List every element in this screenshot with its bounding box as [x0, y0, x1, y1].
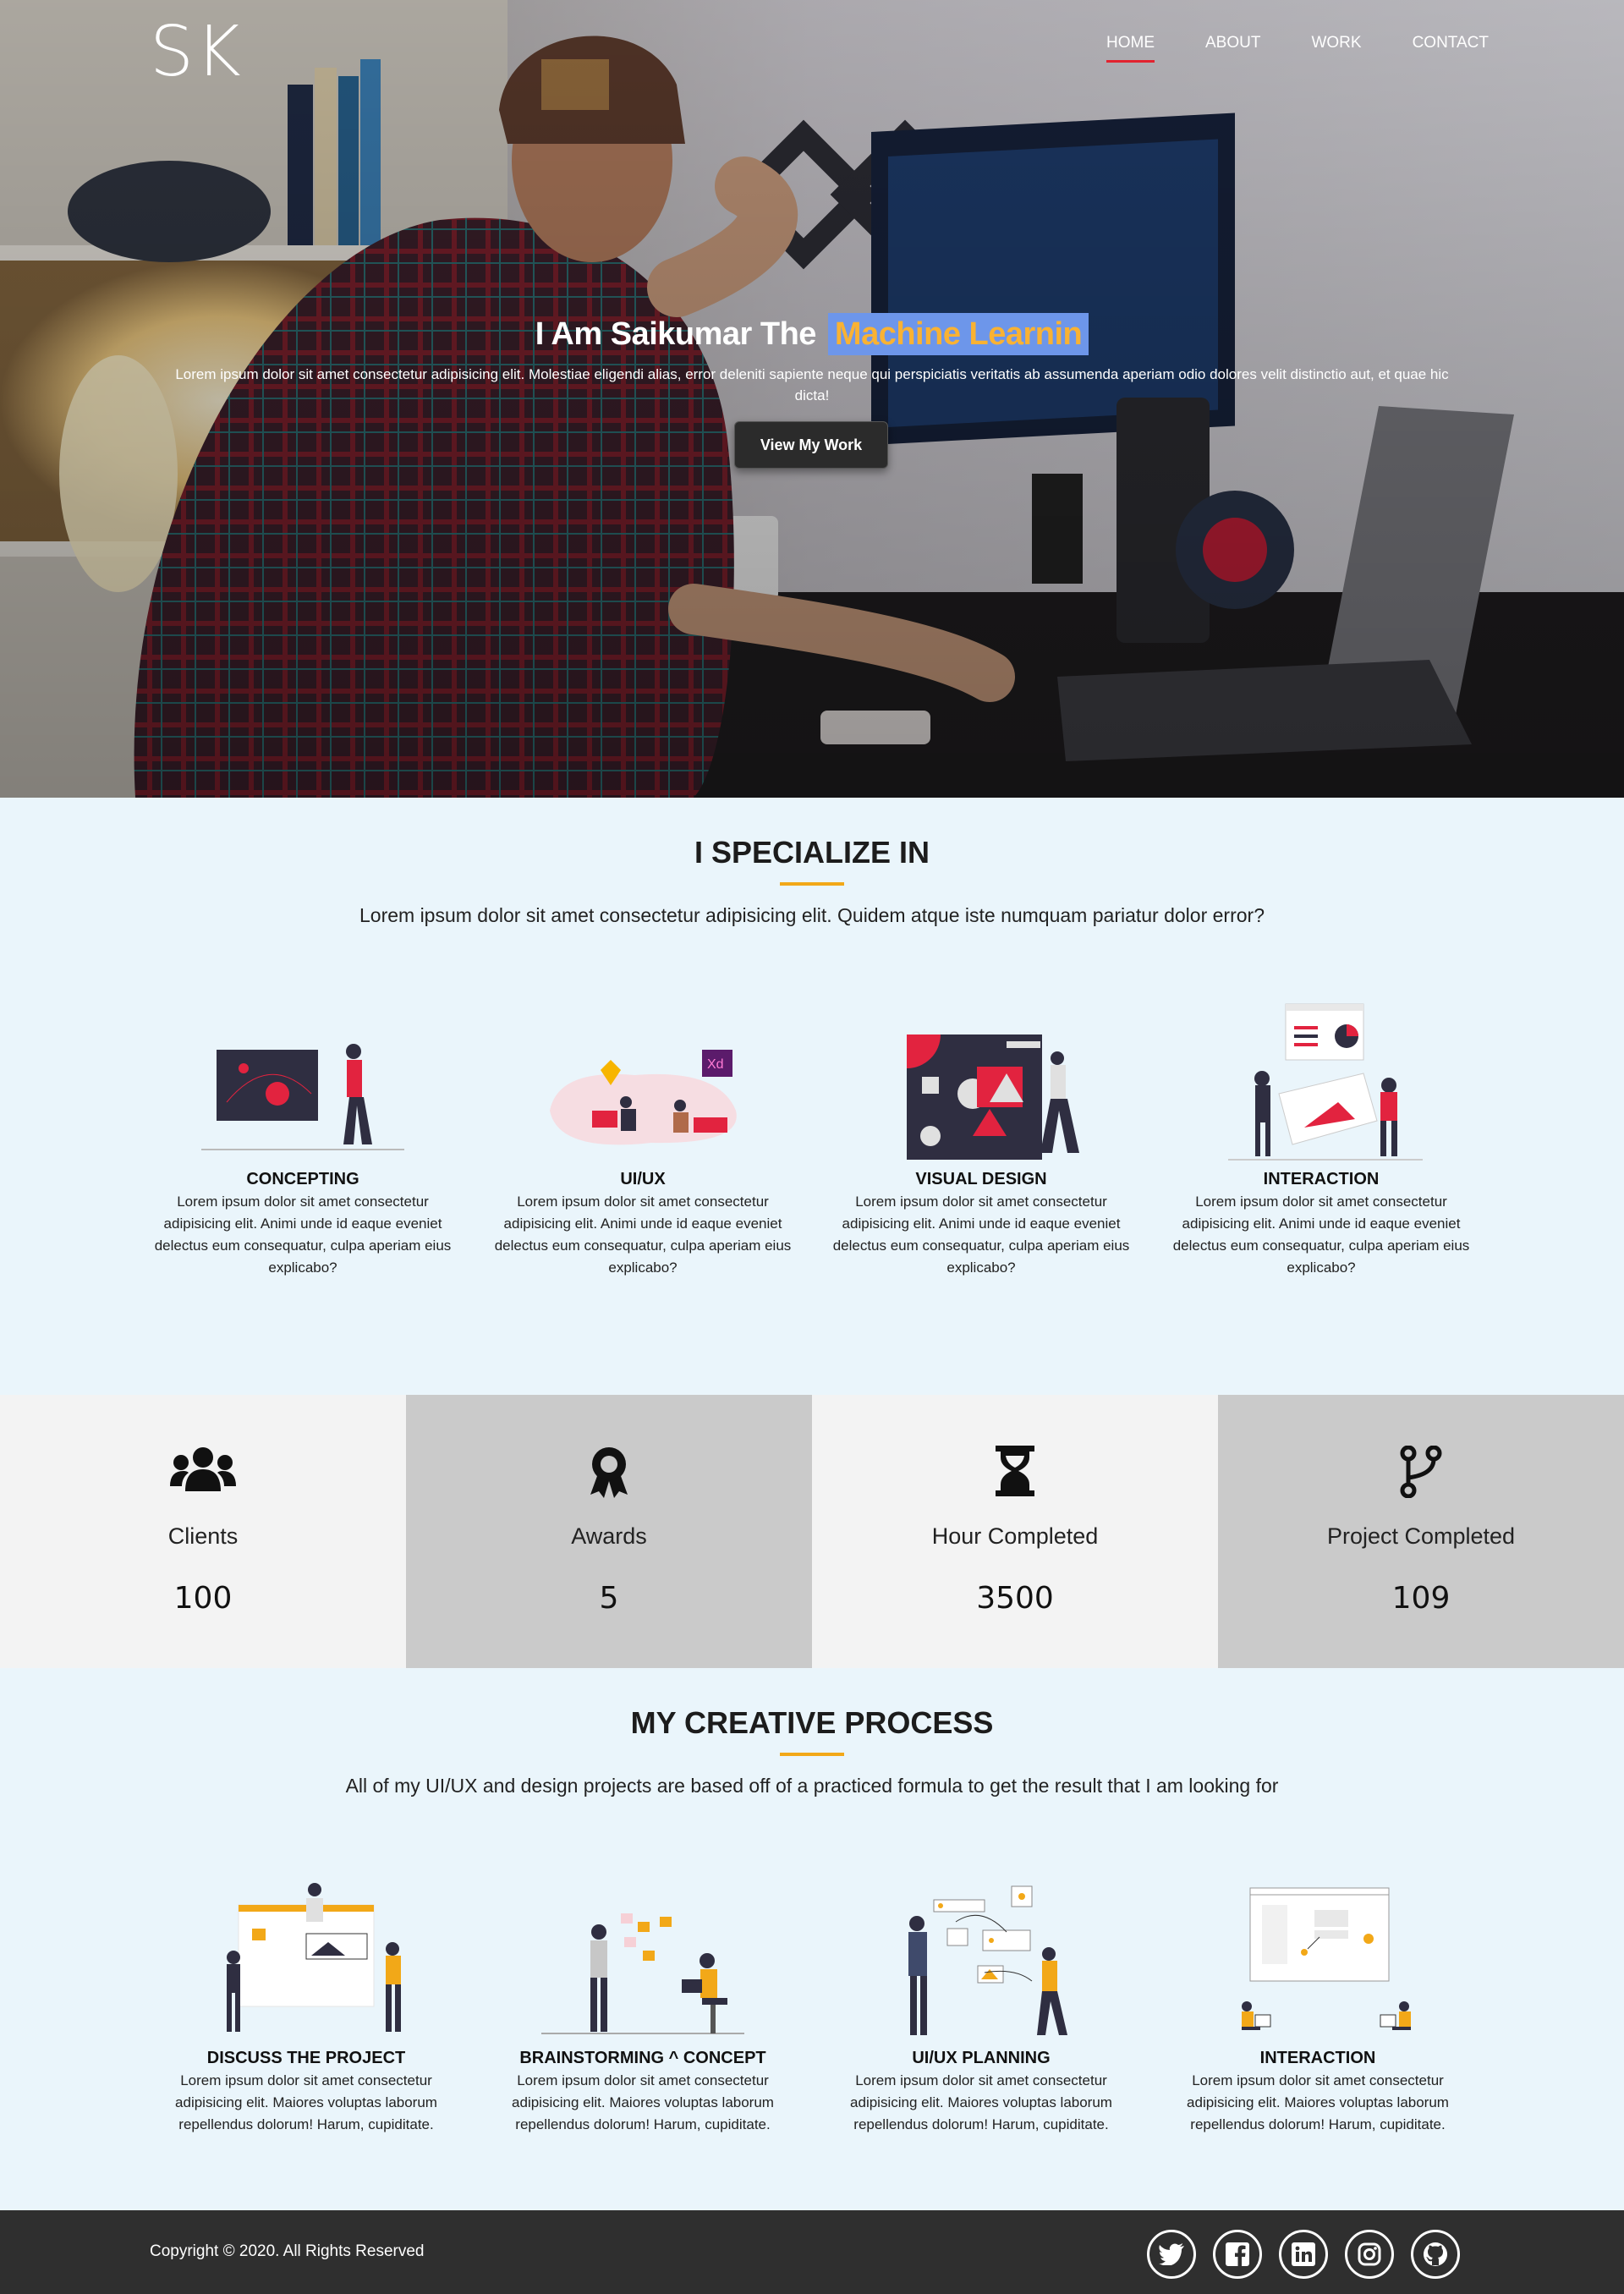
title-underline [780, 1753, 844, 1756]
stat-label: Project Completed [1326, 1523, 1516, 1549]
process-card-uiux-planning: UI/UX PLANNING Lorem ipsum dolor sit ame… [829, 1871, 1133, 2136]
process-card-discuss: DISCUSS THE PROJECT Lorem ipsum dolor si… [154, 1871, 458, 2136]
discuss-illustration [154, 1871, 458, 2049]
footer: Copyright © 2020. All Rights Reserved [0, 2210, 1624, 2294]
instagram-icon[interactable] [1345, 2230, 1394, 2279]
card-text: Lorem ipsum dolor sit amet consectetur a… [494, 1194, 792, 1276]
card-text: Lorem ipsum dolor sit amet consectetur a… [1187, 2072, 1449, 2132]
card-title: UI/UX PLANNING [912, 2049, 1051, 2067]
card-title: INTERACTION [1263, 1170, 1380, 1188]
visual-design-illustration [829, 1001, 1133, 1170]
card-text: Lorem ipsum dolor sit amet consectetur a… [154, 1194, 452, 1276]
card-text: Lorem ipsum dolor sit amet consectetur a… [832, 1194, 1130, 1276]
award-icon [406, 1446, 812, 1498]
interaction-process-illustration [1166, 1871, 1470, 2049]
stats-section: Clients 100 Awards 5 Hour Completed 3500 [0, 1395, 1624, 1668]
card-text: Lorem ipsum dolor sit amet consectetur a… [512, 2072, 774, 2132]
linkedin-icon[interactable] [1279, 2230, 1328, 2279]
nav-work[interactable]: WORK [1311, 34, 1361, 63]
twitter-icon[interactable] [1147, 2230, 1196, 2279]
stat-clients: Clients 100 [0, 1395, 406, 1668]
specialize-subtitle: Lorem ipsum dolor sit amet consectetur a… [359, 904, 1265, 926]
process-title: MY CREATIVE PROCESS [630, 1705, 994, 1740]
hero-title-highlight: Machine Learnin [827, 313, 1089, 355]
facebook-icon[interactable] [1213, 2230, 1262, 2279]
stat-awards: Awards 5 [406, 1395, 812, 1668]
nav-about[interactable]: ABOUT [1205, 34, 1260, 63]
main-nav: HOME ABOUT WORK CONTACT [1106, 34, 1489, 63]
brainstorming-illustration [491, 1871, 795, 2049]
card-title: UI/UX [620, 1170, 666, 1188]
planning-illustration [829, 1871, 1133, 2049]
card-title: BRAINSTORMING ^ CONCEPT [519, 2049, 766, 2067]
stat-value: 109 [1391, 1581, 1451, 1616]
specialize-card-concepting: CONCEPTING Lorem ipsum dolor sit amet co… [151, 1001, 455, 1279]
hero-subtitle: Lorem ipsum dolor sit amet consectetur a… [175, 366, 1449, 403]
card-title: CONCEPTING [246, 1170, 359, 1188]
stat-label: Clients [167, 1523, 239, 1549]
card-text: Lorem ipsum dolor sit amet consectetur a… [850, 2072, 1112, 2132]
nav-home[interactable]: HOME [1106, 34, 1155, 63]
svg-text:Xd: Xd [707, 1057, 724, 1072]
card-title: INTERACTION [1259, 2049, 1376, 2067]
process-subtitle: All of my UI/UX and design projects are … [345, 1775, 1279, 1797]
site-logo[interactable]: SK [150, 12, 243, 92]
github-icon[interactable] [1411, 2230, 1460, 2279]
social-links [1147, 2230, 1460, 2279]
specialize-section: I SPECIALIZE IN Lorem ipsum dolor sit am… [0, 798, 1624, 1395]
stat-value: 5 [599, 1581, 619, 1616]
specialize-card-visual-design: VISUAL DESIGN Lorem ipsum dolor sit amet… [829, 1001, 1133, 1279]
card-title: VISUAL DESIGN [915, 1170, 1047, 1188]
stat-hours: Hour Completed 3500 [812, 1395, 1218, 1668]
hero-section: SK HOME ABOUT WORK CONTACT I Am Saikumar… [0, 0, 1624, 798]
stat-label: Hour Completed [931, 1523, 1099, 1549]
process-card-brainstorming: BRAINSTORMING ^ CONCEPT Lorem ipsum dolo… [491, 1871, 795, 2136]
specialize-card-uiux: Xd UI/UX Lorem ipsum dolor sit amet cons… [491, 1001, 795, 1279]
card-text: Lorem ipsum dolor sit amet consectetur a… [175, 2072, 437, 2132]
title-underline [780, 882, 844, 886]
stat-projects: Project Completed 109 [1218, 1395, 1624, 1668]
stat-value: 100 [173, 1581, 233, 1616]
nav-contact[interactable]: CONTACT [1413, 34, 1489, 63]
hero-title-prefix: I Am Saikumar The [535, 316, 817, 352]
code-branch-icon [1218, 1446, 1624, 1498]
process-section: MY CREATIVE PROCESS All of my UI/UX and … [0, 1668, 1624, 2209]
specialize-title: I SPECIALIZE IN [694, 835, 930, 870]
stat-label: Awards [571, 1523, 647, 1549]
users-icon [0, 1446, 406, 1493]
concepting-illustration [151, 1001, 455, 1170]
card-title: DISCUSS THE PROJECT [206, 2049, 406, 2067]
hourglass-icon [812, 1446, 1218, 1496]
uiux-illustration: Xd [491, 1001, 795, 1170]
card-text: Lorem ipsum dolor sit amet consectetur a… [1172, 1194, 1470, 1276]
hero-title: I Am Saikumar The Machine Learnin [0, 313, 1624, 355]
interaction-illustration [1169, 1001, 1473, 1170]
copyright-text: Copyright © 2020. All Rights Reserved [150, 2242, 425, 2260]
view-my-work-button[interactable]: View My Work [734, 421, 888, 469]
process-card-interaction: INTERACTION Lorem ipsum dolor sit amet c… [1166, 1871, 1470, 2136]
stat-value: 3500 [976, 1581, 1054, 1616]
specialize-card-interaction: INTERACTION Lorem ipsum dolor sit amet c… [1169, 1001, 1473, 1279]
